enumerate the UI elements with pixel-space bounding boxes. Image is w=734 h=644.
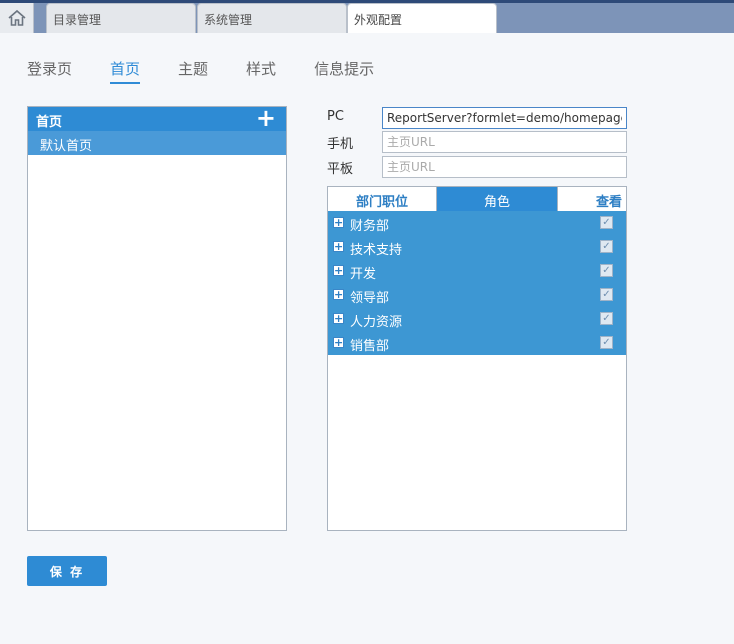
tree-row[interactable]: + 领导部 ✓ [328,283,626,307]
homepage-list-title: 首页 [36,115,63,130]
tree-row-label: 销售部 [350,339,390,354]
phone-url-input[interactable] [382,131,627,153]
phone-label: 手机 [327,137,354,152]
expand-icon[interactable]: + [333,241,344,252]
tree-row-label: 技术支持 [350,243,403,258]
subnav-style[interactable]: 样式 [246,58,276,84]
tab-appearance-config[interactable]: 外观配置 [347,3,497,33]
department-tree: + 财务部 ✓ + 技术支持 ✓ + 开发 ✓ + 领导部 ✓ + 人力资源 ✓… [328,211,626,355]
top-tab-bar: 目录管理 系统管理 外观配置 [0,0,734,33]
expand-icon[interactable]: + [333,217,344,228]
tab-system-management[interactable]: 系统管理 [197,3,347,33]
tab-department-position[interactable]: 部门职位 [328,187,437,211]
tree-row-label: 人力资源 [350,315,403,330]
home-tab[interactable] [0,3,34,33]
expand-icon[interactable]: + [333,289,344,300]
pc-label: PC [327,109,344,124]
pc-url-row: PC [327,107,627,129]
view-checkbox[interactable]: ✓ [600,216,613,229]
expand-icon[interactable]: + [333,337,344,348]
tablet-url-input[interactable] [382,156,627,178]
subnav-login-page[interactable]: 登录页 [27,58,72,84]
permissions-panel: 部门职位 角色 查看 + 财务部 ✓ + 技术支持 ✓ + 开发 ✓ + 领导部… [327,186,627,531]
phone-url-row: 手机 [327,131,627,153]
appearance-subnav: 登录页 首页 主题 样式 信息提示 [27,58,412,86]
tree-row[interactable]: + 开发 ✓ [328,259,626,283]
view-column-header: 查看 [557,187,626,211]
home-icon [7,9,26,26]
expand-icon[interactable]: + [333,313,344,324]
pc-url-input[interactable] [382,107,627,129]
homepage-list-panel: 首页 + 默认首页 [27,105,287,531]
homepage-list-header: 首页 + [28,105,286,131]
subnav-homepage[interactable]: 首页 [110,58,141,84]
tree-row[interactable]: + 财务部 ✓ [328,211,626,235]
subnav-theme[interactable]: 主题 [178,58,208,84]
permissions-tabs: 部门职位 角色 查看 [328,187,626,211]
view-checkbox[interactable]: ✓ [600,240,613,253]
homepage-item-default[interactable]: 默认首页 [28,131,286,155]
tablet-label: 平板 [327,162,354,177]
tree-row-label: 开发 [350,267,377,282]
tree-row-label: 领导部 [350,291,390,306]
tree-row[interactable]: + 销售部 ✓ [328,331,626,355]
tab-catalog-management[interactable]: 目录管理 [46,3,196,33]
plus-icon[interactable]: + [256,105,276,131]
tree-row-label: 财务部 [350,219,390,234]
expand-icon[interactable]: + [333,265,344,276]
tablet-url-row: 平板 [327,156,627,178]
view-checkbox[interactable]: ✓ [600,264,613,277]
save-button[interactable]: 保 存 [27,556,107,586]
view-checkbox[interactable]: ✓ [600,336,613,349]
tab-role[interactable]: 角色 [437,187,557,211]
view-checkbox[interactable]: ✓ [600,288,613,301]
subnav-message-tip[interactable]: 信息提示 [314,58,374,84]
view-checkbox[interactable]: ✓ [600,312,613,325]
tree-row[interactable]: + 人力资源 ✓ [328,307,626,331]
tree-row[interactable]: + 技术支持 ✓ [328,235,626,259]
